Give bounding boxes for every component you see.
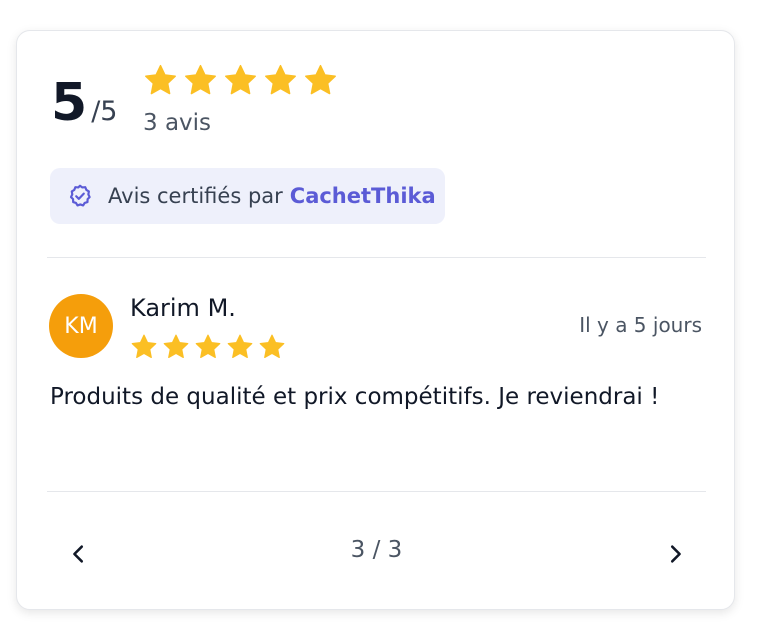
star-icon [185, 64, 216, 95]
chevron-left-icon [73, 545, 84, 563]
star-icon [305, 64, 336, 95]
score-denominator: /5 [91, 96, 118, 127]
divider-bottom [47, 491, 706, 492]
review-star-rating [130, 333, 286, 361]
star-icon [227, 334, 253, 359]
certified-brand: CachetThika [289, 184, 436, 208]
page-indicator: 3 / 3 [350, 537, 403, 563]
summary-star-rating [143, 63, 338, 98]
next-review-button[interactable] [655, 534, 695, 574]
chevron-right-icon [670, 545, 681, 563]
divider-top [47, 257, 706, 258]
star-icon [163, 334, 189, 359]
star-icon [259, 334, 285, 359]
star-icon [195, 334, 221, 359]
reviewer-name: Karim M. [130, 294, 236, 322]
rating-score: 5/5 [51, 77, 117, 129]
star-icon [145, 64, 176, 95]
star-icon [265, 64, 296, 95]
verified-badge-icon [69, 184, 91, 207]
score-value: 5 [51, 73, 88, 133]
reviews-widget: 5/5 3 avis Avis certifiés par CachetThika… [16, 30, 735, 610]
review-text: Produits de qualité et prix compétitifs.… [50, 384, 660, 410]
review-count: 3 avis [143, 110, 212, 136]
star-icon [131, 334, 157, 359]
avatar: KM [49, 294, 113, 358]
star-icon [225, 64, 256, 95]
previous-review-button[interactable] [59, 534, 99, 574]
certified-badge: Avis certifiés par CachetThika [50, 168, 445, 224]
review-date: Il y a 5 jours [579, 313, 702, 337]
certified-label: Avis certifiés par [108, 184, 283, 208]
